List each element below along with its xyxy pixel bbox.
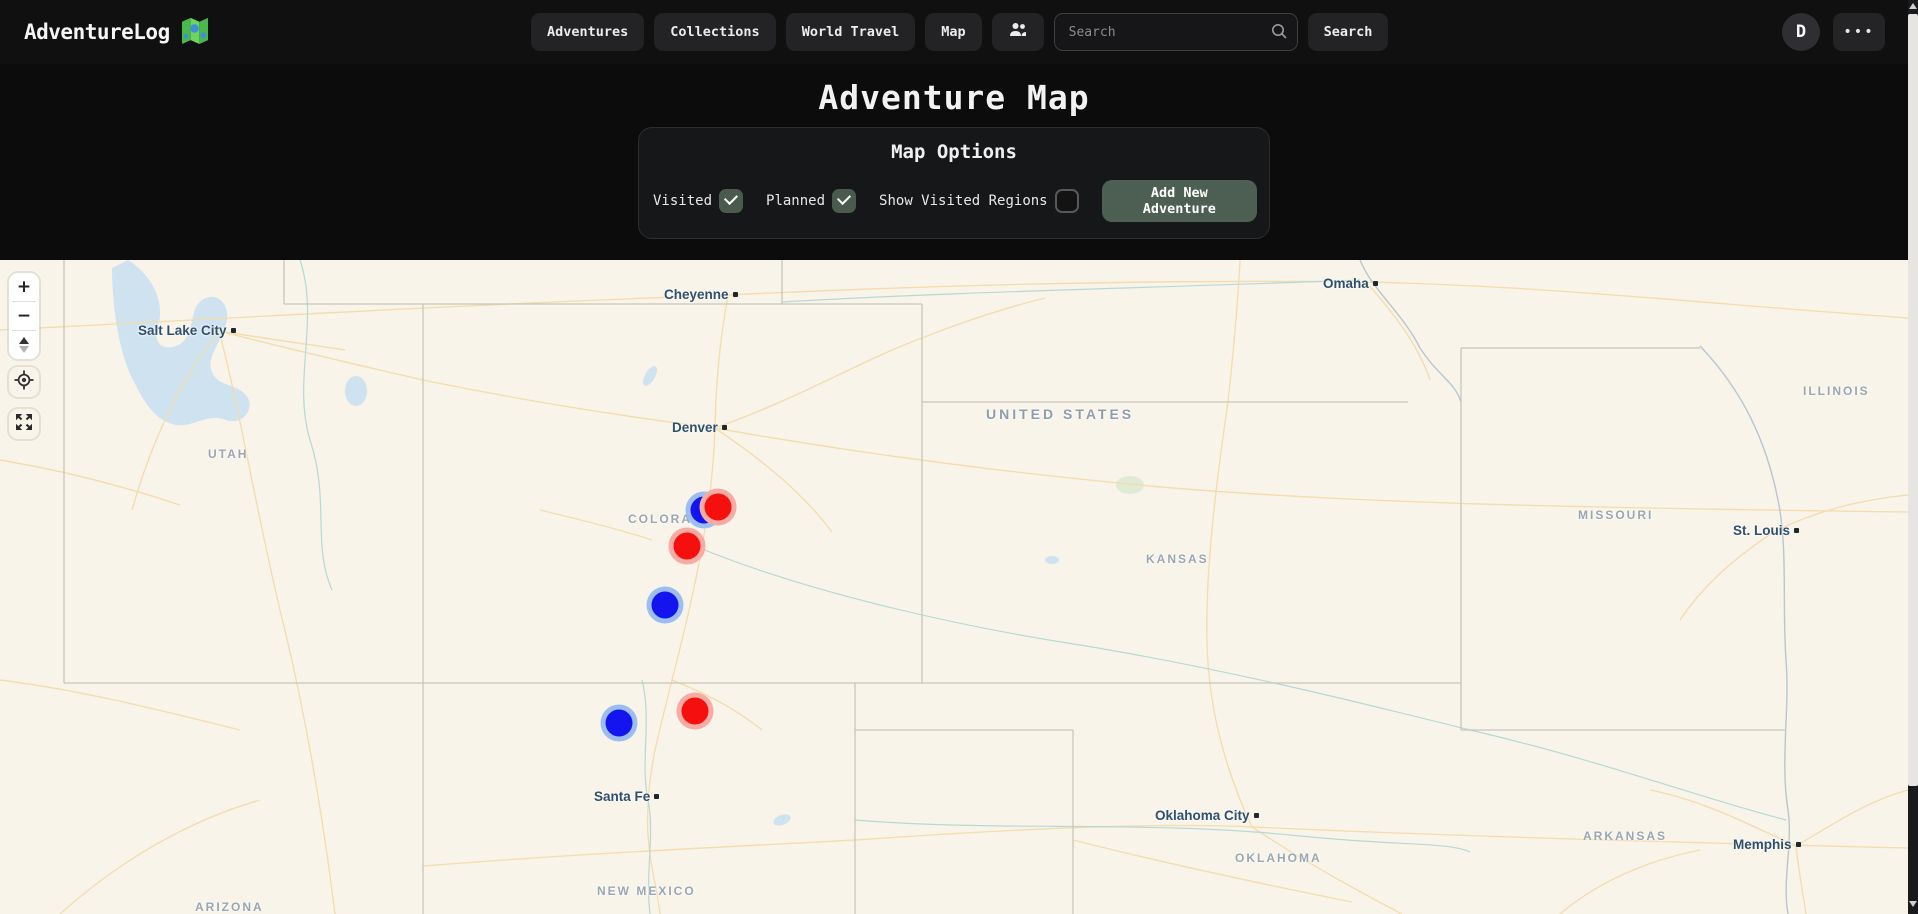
- nav-cluster: AdventuresCollectionsWorld TravelMap Se: [531, 13, 1388, 51]
- toggle-label: Visited: [653, 193, 712, 209]
- toggle-show-visited-regions: Show Visited Regions: [879, 189, 1079, 213]
- state-label-new-mexico: NEW MEXICO: [597, 884, 696, 898]
- scroll-up-arrow[interactable]: [1909, 3, 1917, 9]
- city-dot: [654, 794, 659, 799]
- checkbox-planned[interactable]: [832, 189, 856, 213]
- nav-link-adventures[interactable]: Adventures: [531, 13, 644, 51]
- search-button[interactable]: Search: [1308, 13, 1389, 51]
- nav-link-world-travel[interactable]: World Travel: [786, 13, 916, 51]
- scroll-thumb[interactable]: [1908, 14, 1918, 786]
- city-label-text: Denver: [672, 420, 718, 435]
- state-label-missouri: MISSOURI: [1578, 508, 1653, 522]
- city-label-oklahoma-city: Oklahoma City: [1155, 808, 1259, 823]
- brand-name: AdventureLog: [24, 20, 170, 44]
- overflow-menu-button[interactable]: •••: [1833, 13, 1885, 51]
- city-label-text: Santa Fe: [594, 789, 650, 804]
- toggle-label: Planned: [766, 193, 825, 209]
- map-options-title: Map Options: [639, 141, 1269, 163]
- map-marker[interactable]: [705, 494, 732, 521]
- pitch-bearing-button[interactable]: [9, 331, 39, 359]
- map-options-toggles: Visited Planned Show Visited Regions Add Ne…: [653, 180, 1257, 222]
- map-canvas[interactable]: UNITED STATESUTAHCOLORADOKANSASMISSOURII…: [0, 260, 1908, 914]
- city-label-omaha: Omaha: [1323, 276, 1378, 291]
- state-label-kansas: KANSAS: [1146, 552, 1209, 566]
- page-scrollbar[interactable]: [1908, 0, 1918, 914]
- folded-map-icon: [180, 16, 210, 48]
- nav-link-collections[interactable]: Collections: [654, 13, 775, 51]
- search-input[interactable]: [1054, 13, 1298, 51]
- city-dot: [722, 425, 727, 430]
- city-dot: [733, 292, 738, 297]
- map-basemap-decor: [0, 260, 1908, 914]
- city-label-memphis: Memphis: [1733, 837, 1801, 852]
- city-dot: [231, 328, 236, 333]
- zoom-in-button[interactable]: +: [9, 273, 39, 301]
- hero-section: Adventure Map Map Options Visited Planned…: [0, 64, 1908, 260]
- map-zoom-controls: + −: [9, 273, 39, 359]
- country-label: UNITED STATES: [986, 406, 1134, 422]
- state-label-illinois: ILLINOIS: [1803, 384, 1870, 398]
- search-wrap: [1054, 13, 1298, 51]
- checkbox-visited[interactable]: [719, 189, 743, 213]
- fullscreen-button[interactable]: [9, 409, 39, 439]
- geolocate-button[interactable]: [9, 367, 39, 397]
- search-icon: [1270, 22, 1288, 44]
- users-button[interactable]: [992, 13, 1044, 51]
- state-label-arkansas: ARKANSAS: [1583, 829, 1667, 843]
- brand[interactable]: AdventureLog: [24, 0, 210, 64]
- nav-links: Adventures Collections World TravelMap: [531, 13, 982, 51]
- geolocate-target-icon: [14, 370, 34, 395]
- map-marker[interactable]: [674, 533, 701, 560]
- city-dot: [1373, 281, 1378, 286]
- checkbox-show-visited-regions[interactable]: [1055, 189, 1079, 213]
- city-label-text: Oklahoma City: [1155, 808, 1250, 823]
- nav-link-map[interactable]: Map: [925, 13, 981, 51]
- city-label-denver: Denver: [672, 420, 727, 435]
- users-icon: [1008, 22, 1028, 42]
- city-dot: [1794, 528, 1799, 533]
- top-navbar: AdventureLog Adventures Collections World …: [0, 0, 1908, 64]
- pitch-arrows-icon: [19, 337, 29, 344]
- zoom-out-button[interactable]: −: [9, 302, 39, 330]
- city-dot: [1254, 813, 1259, 818]
- state-label-arizona: ARIZONA: [195, 900, 264, 914]
- city-label-text: Cheyenne: [664, 287, 729, 302]
- map-marker[interactable]: [606, 710, 633, 737]
- fullscreen-arrows-icon: [14, 412, 34, 437]
- city-label-cheyenne: Cheyenne: [664, 287, 738, 302]
- add-new-adventure-button[interactable]: Add New Adventure: [1102, 180, 1257, 222]
- map-marker[interactable]: [682, 698, 709, 725]
- city-label-text: St. Louis: [1733, 523, 1790, 538]
- city-label-salt-lake-city: Salt Lake City: [138, 323, 236, 338]
- city-dot: [1796, 842, 1801, 847]
- toggle-visited: Visited: [653, 189, 743, 213]
- page-title: Adventure Map: [0, 78, 1908, 117]
- toggle-planned: Planned: [766, 189, 856, 213]
- city-label-text: Omaha: [1323, 276, 1369, 291]
- toggle-label: Show Visited Regions: [879, 193, 1048, 209]
- city-label-text: Memphis: [1733, 837, 1792, 852]
- scroll-down-arrow[interactable]: [1909, 901, 1917, 907]
- city-label-santa-fe: Santa Fe: [594, 789, 659, 804]
- state-label-oklahoma: OKLAHOMA: [1235, 851, 1322, 865]
- avatar[interactable]: D: [1782, 13, 1820, 51]
- map-marker[interactable]: [652, 592, 679, 619]
- map-options-card: Map Options Visited Planned Show Visited R…: [638, 127, 1270, 239]
- city-label-text: Salt Lake City: [138, 323, 227, 338]
- state-label-utah: UTAH: [208, 447, 248, 461]
- city-label-st-louis: St. Louis: [1733, 523, 1799, 538]
